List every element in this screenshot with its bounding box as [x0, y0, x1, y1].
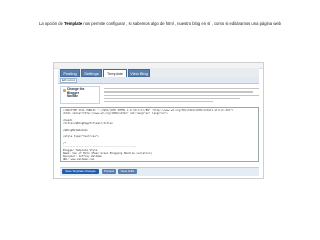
navbar-panel-title: Change the Blogger Navbar	[67, 87, 97, 99]
template-subnav: Edit current	[58, 77, 259, 84]
tab-settings[interactable]: Settings	[81, 69, 102, 77]
preview-button[interactable]: Preview	[102, 169, 116, 174]
caption-prefix: La opción de	[38, 21, 65, 26]
template-description	[104, 86, 259, 104]
tab-view-blog[interactable]: View Blog	[128, 69, 150, 77]
tab-posting[interactable]: Posting	[60, 69, 80, 77]
subtab-edit-current[interactable]: Edit current	[60, 78, 77, 83]
caption-suffix: nos permite configurar , si sabemos algo…	[82, 21, 281, 26]
navbar-title-line2: Navbar	[67, 94, 78, 99]
blogger-template-screenshot: Posting Settings Template View Blog Edit…	[53, 62, 264, 179]
action-bar: Save Template Changes Preview Clear Edit…	[60, 167, 259, 176]
tab-template[interactable]: Template	[103, 69, 127, 77]
caption-bold-word: Template	[64, 21, 83, 26]
slide-caption: La opción de Template nos permite config…	[4, 21, 316, 26]
save-template-button[interactable]: Save Template Changes	[62, 169, 99, 174]
navbar-panel[interactable]: Change the Blogger Navbar	[60, 86, 100, 104]
navbar-icon	[63, 89, 66, 92]
clear-edits-button[interactable]: Clear Edits	[118, 169, 137, 174]
main-tabs: Posting Settings Template View Blog	[58, 68, 259, 77]
template-code-editor[interactable]: <!DOCTYPE html PUBLIC "-//W3C//DTD XHTML…	[60, 107, 259, 162]
